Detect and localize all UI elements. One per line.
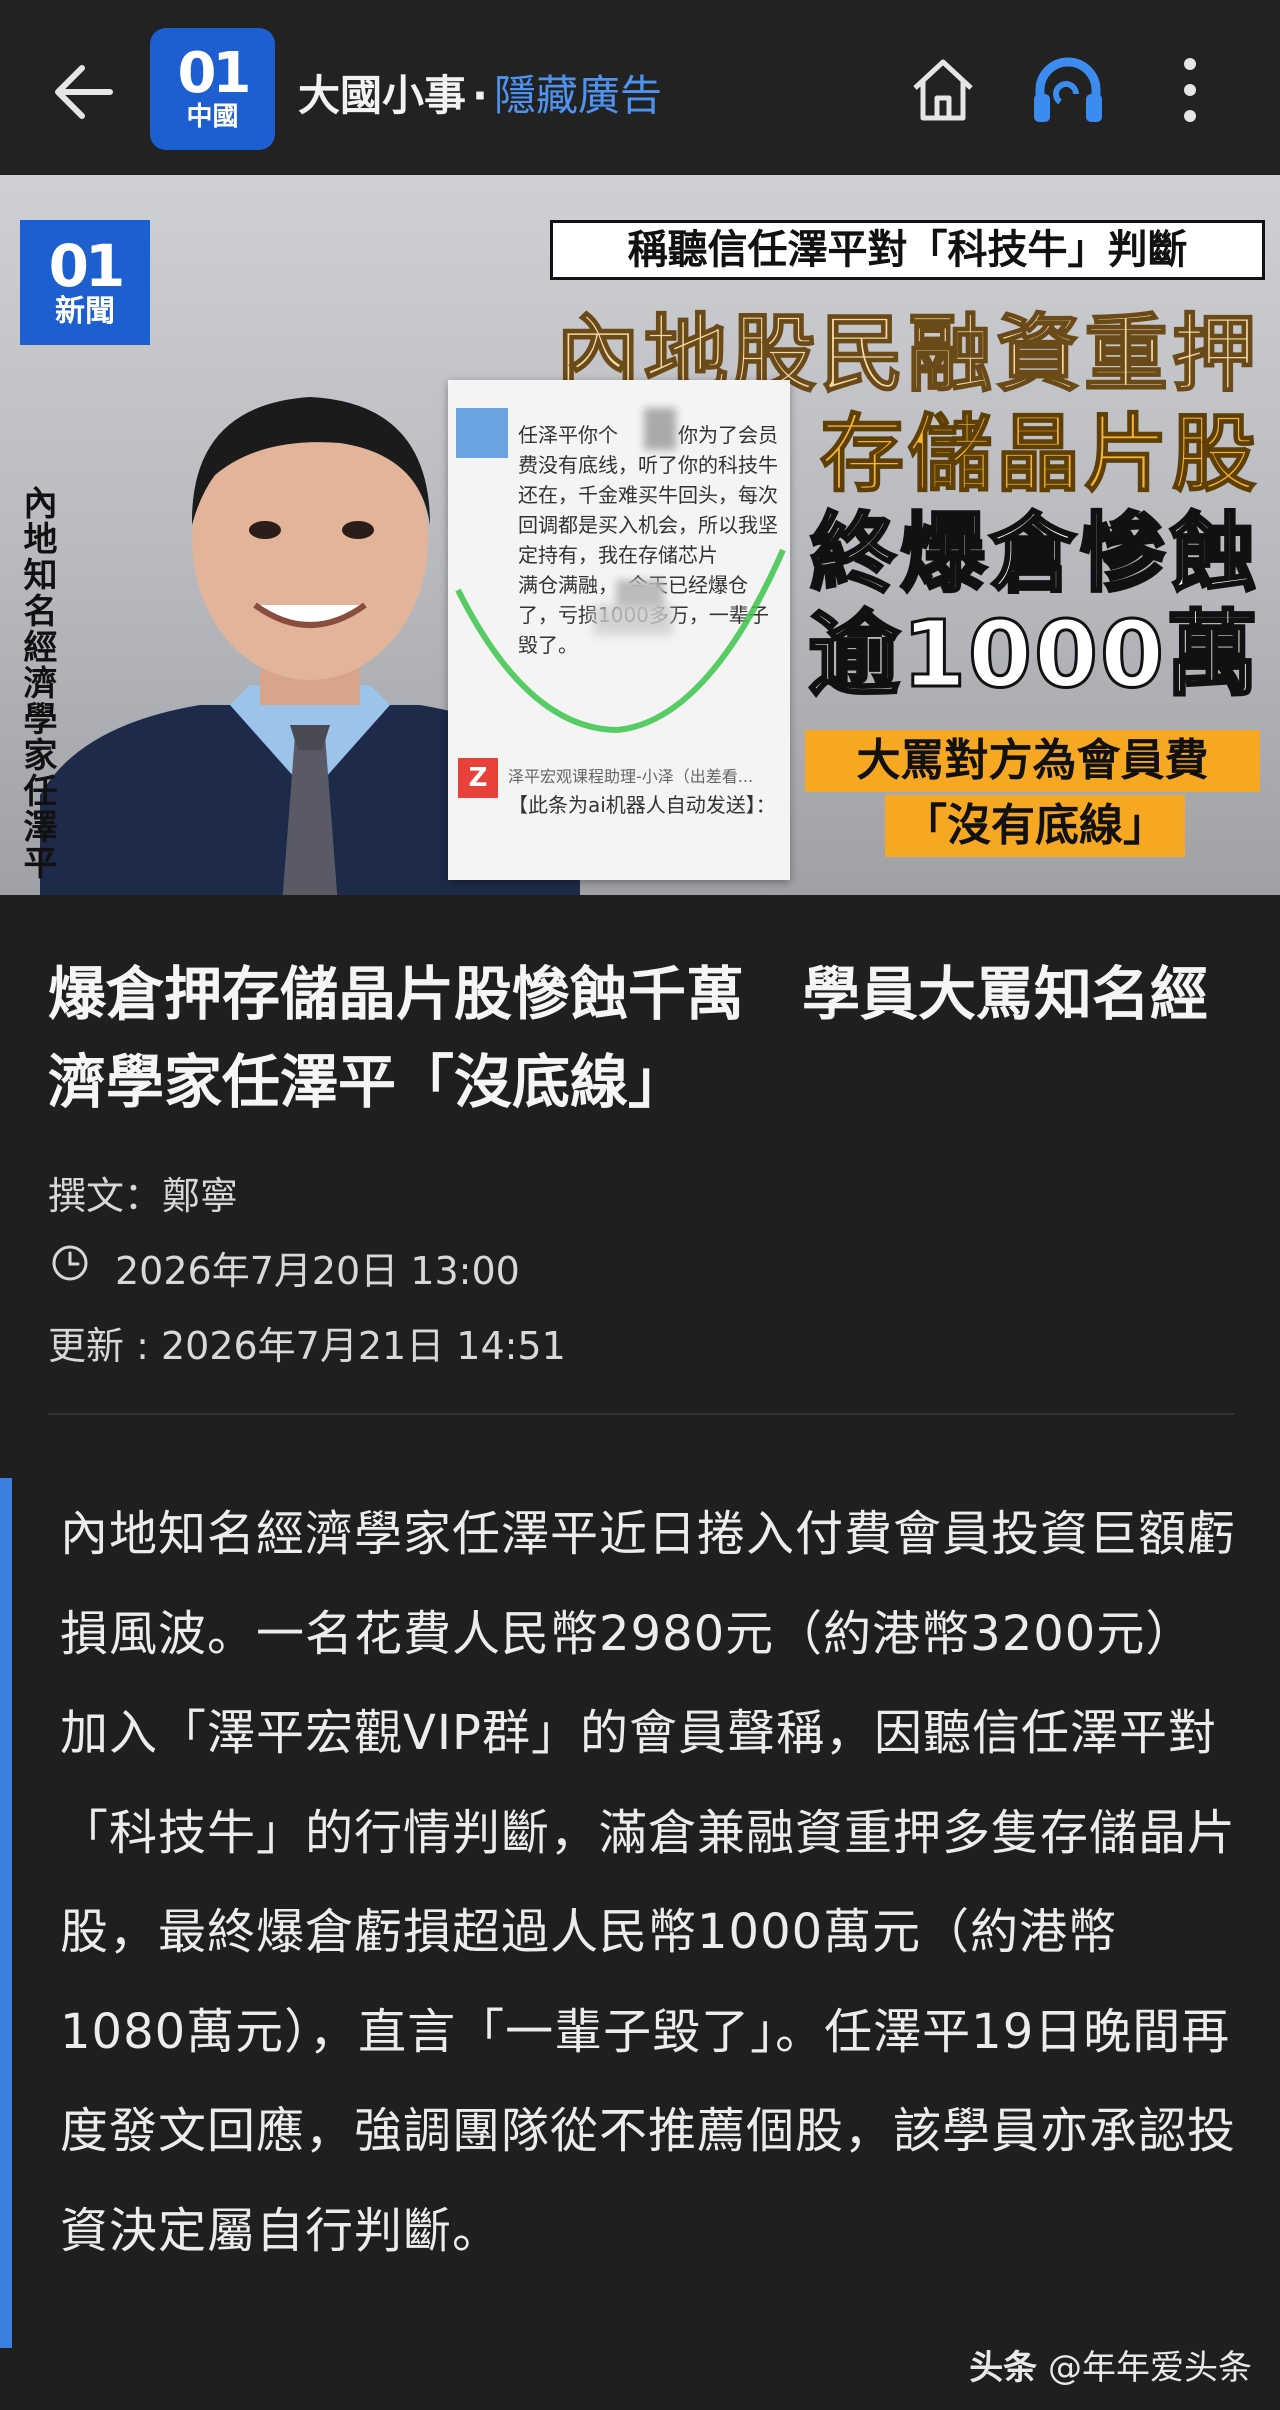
channel-name[interactable]: 大國小事 [298,71,466,120]
news-logo-mark: 01 [48,231,126,300]
check-mark-icon [455,548,786,734]
chat-sender-avatar: Z [458,758,498,798]
headphones-icon[interactable] [1028,50,1108,130]
hero-orange-banner-2: 「沒有底線」 [885,795,1185,857]
hero-line-4: 逾1000萬 [806,600,1260,710]
article-byline: 撰文：鄭寧 [48,1174,239,1218]
hero-subheadline: 稱聽信任澤平對「科技牛」判斷 [550,220,1265,280]
app-bar: 01 中國 大國小事 · 隱藏廣告 [0,0,1280,175]
divider [48,1413,1234,1415]
back-arrow-icon[interactable] [50,52,130,132]
channel-title: 大國小事 · 隱藏廣告 [298,62,662,123]
chat-screenshot: 任泽平你个 你为了会员费没有底线，听了你的科技牛还在，千金难买牛回头，每次回调都… [448,380,790,880]
clock-icon [50,1243,90,1283]
channel-logo[interactable]: 01 中國 [150,28,275,150]
news-logo-label: 新聞 [55,293,115,329]
watermark-brand: 头条 [969,2348,1038,2388]
more-options-icon[interactable] [1170,50,1210,130]
hide-ad-link[interactable]: 隱藏廣告 [494,71,662,120]
chat-sender: 泽平宏观课程助理-小泽（出差看... [508,767,754,786]
hero-image[interactable]: 01 新聞 內地知名經濟學家任澤平 稱聽信任澤平對「科技牛」判斷 內地股民融資重… [0,175,1280,895]
article-title: 爆倉押存儲晶片股慘蝕千萬 學員大罵知名經濟學家任澤平「沒底線」 [48,960,1209,1116]
separator: · [472,71,488,120]
lead-accent-bar [0,1478,12,2348]
logo-mark: 01 [177,41,252,106]
article-lead: 內地知名經濟學家任澤平近日捲入付費會員投資巨額虧損風波。一名花費人民幣2980元… [60,1506,1237,2259]
vertical-caption: 內地知名經濟學家任澤平 [17,485,57,881]
chat-auto-reply: 【此条为ai机器人自动发送】： [508,793,776,817]
updated-time: 更新 : 2026年7月21日 14:51 [48,1324,566,1368]
publish-time: 2026年7月20日 13:00 [115,1249,520,1293]
logo-label: 中國 [186,102,239,132]
hero-orange-banner-1: 大罵對方為會員費 [805,730,1260,792]
blur-mask [644,408,676,450]
chat-avatar [456,408,508,458]
watermark-handle: @年年爱头条 [1048,2348,1252,2388]
home-icon[interactable] [905,52,981,128]
watermark: 头条 @年年爱头条 [969,2340,1252,2389]
